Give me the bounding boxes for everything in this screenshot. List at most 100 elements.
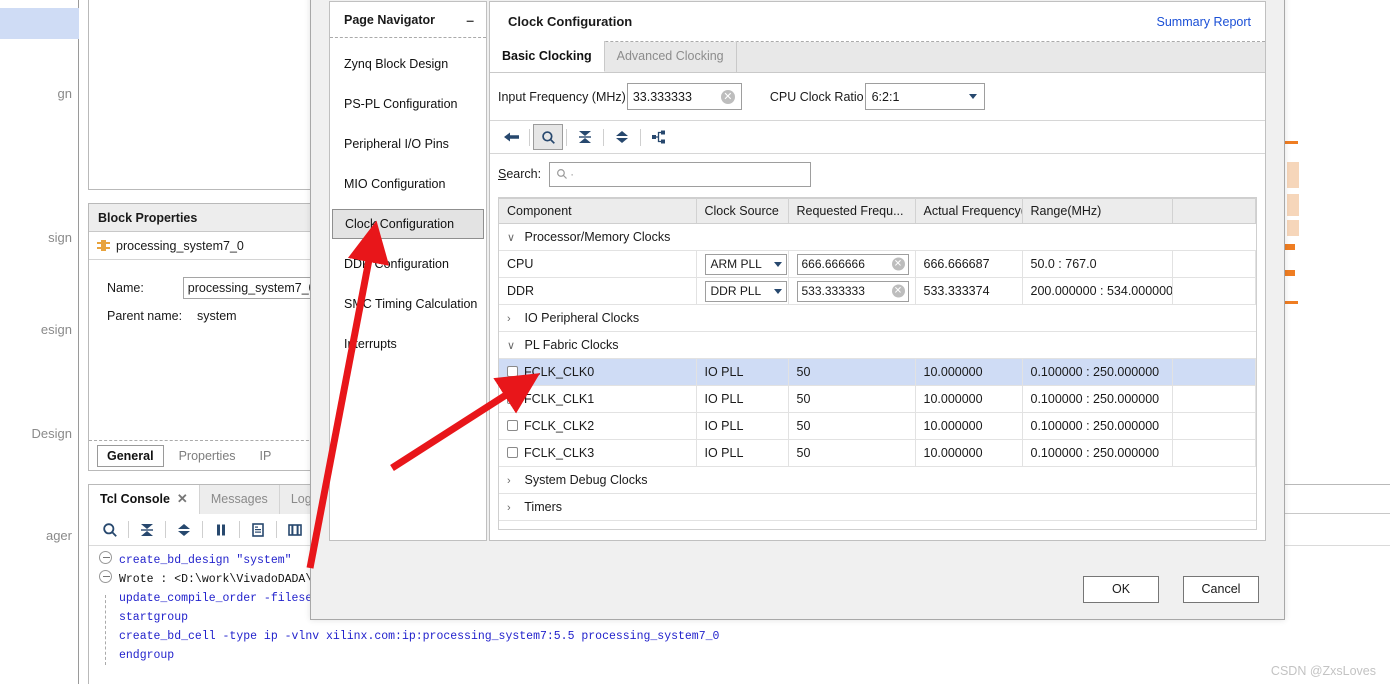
- cpu-clock-ratio-select[interactable]: 6:2:1: [864, 83, 985, 110]
- table-row[interactable]: FCLK_CLK2 IO PLL 50 10.000000 0.100000 :…: [499, 412, 1256, 440]
- table-row[interactable]: FCLK_CLK0 IO PLL 50 10.000000 0.100000 :…: [499, 358, 1256, 386]
- chevron-right-icon[interactable]: ›: [507, 475, 521, 487]
- cell-requested-frequency[interactable]: 666.666666 ✕: [788, 250, 916, 278]
- page-title: Clock Configuration: [508, 14, 633, 29]
- cancel-button[interactable]: Cancel: [1183, 575, 1259, 603]
- table-group-row[interactable]: › System Debug Clocks: [499, 466, 1256, 494]
- group-label: Timers: [524, 500, 562, 514]
- flow-nav-item-1[interactable]: sign: [48, 230, 72, 245]
- flow-nav-item-0[interactable]: gn: [58, 86, 72, 101]
- page-nav-item-zynq-block-design[interactable]: Zynq Block Design: [332, 44, 484, 84]
- column-header-clock-source[interactable]: Clock Source: [696, 198, 789, 224]
- ok-button[interactable]: OK: [1083, 575, 1159, 603]
- group-cell[interactable]: › IO Peripheral Clocks: [499, 304, 1256, 332]
- name-field[interactable]: processing_system7_0: [182, 277, 319, 299]
- page-nav-item-ddr-configuration[interactable]: DDR Configuration: [332, 244, 484, 284]
- search-icon[interactable]: [95, 517, 125, 543]
- clock-source-select[interactable]: DDR PLL: [704, 280, 787, 302]
- page-nav-item-interrupts[interactable]: Interrupts: [332, 324, 484, 364]
- table-row[interactable]: CPU ARM PLL 666.666666 ✕ 666.666687 50.0…: [499, 250, 1256, 278]
- clear-icon[interactable]: ✕: [720, 89, 735, 104]
- column-header-actual-frequency[interactable]: Actual Frequency(...: [915, 198, 1023, 224]
- toolbar-separator: [128, 521, 129, 538]
- cell-filler: [1172, 277, 1256, 305]
- requested-frequency-field[interactable]: 533.333333 ✕: [796, 280, 909, 302]
- table-group-row[interactable]: ∨ Processor/Memory Clocks: [499, 223, 1256, 251]
- block-properties-ip-row[interactable]: processing_system7_0: [89, 232, 319, 260]
- pause-icon[interactable]: [206, 517, 236, 543]
- collapse-all-icon[interactable]: [570, 124, 600, 150]
- page-navigator-panel: Page Navigator – Zynq Block Design PS-PL…: [329, 1, 487, 541]
- expand-all-icon[interactable]: [607, 124, 637, 150]
- tab-advanced-clocking[interactable]: Advanced Clocking: [605, 41, 737, 72]
- tab-ip[interactable]: IP: [251, 446, 281, 466]
- tab-messages[interactable]: Messages: [199, 484, 280, 514]
- name-label: Name:: [107, 281, 144, 295]
- group-cell[interactable]: ∨ PL Fabric Clocks: [499, 331, 1256, 359]
- expand-all-icon[interactable]: [169, 517, 199, 543]
- cell-clock-source[interactable]: ARM PLL: [696, 250, 789, 278]
- flow-nav-item-2[interactable]: esign: [41, 322, 72, 337]
- search-input[interactable]: ·: [549, 161, 812, 187]
- fold-toggle-icon[interactable]: [99, 551, 112, 564]
- clock-source-select[interactable]: ARM PLL: [704, 253, 787, 275]
- group-cell[interactable]: › System Debug Clocks: [499, 466, 1256, 494]
- close-icon[interactable]: ✕: [177, 491, 188, 507]
- row-checkbox[interactable]: [507, 393, 518, 404]
- clock-table[interactable]: Component Clock Source Requested Frequ..…: [498, 197, 1257, 530]
- table-row[interactable]: FCLK_CLK3 IO PLL 50 10.000000 0.100000 :…: [499, 439, 1256, 467]
- row-checkbox[interactable]: [507, 420, 518, 431]
- search-icon[interactable]: [533, 124, 563, 150]
- clear-icon[interactable]: ✕: [891, 257, 905, 271]
- chevron-down-icon[interactable]: ∨: [507, 339, 521, 352]
- row-checkbox[interactable]: [507, 366, 518, 377]
- cell-clock-source[interactable]: DDR PLL: [696, 277, 789, 305]
- page-navigator-title: Page Navigator: [344, 12, 436, 27]
- tab-basic-clocking[interactable]: Basic Clocking: [490, 41, 605, 72]
- back-arrow-icon[interactable]: [496, 124, 526, 150]
- page-nav-item-ps-pl-configuration[interactable]: PS-PL Configuration: [332, 84, 484, 124]
- column-header-requested-frequency[interactable]: Requested Frequ...: [788, 198, 916, 224]
- page-nav-item-mio-configuration[interactable]: MIO Configuration: [332, 164, 484, 204]
- page-nav-item-clock-configuration[interactable]: Clock Configuration: [332, 209, 484, 239]
- chevron-right-icon[interactable]: ›: [507, 502, 521, 514]
- copy-icon[interactable]: [243, 517, 273, 543]
- table-group-row[interactable]: › Timers: [499, 493, 1256, 521]
- input-frequency-field[interactable]: 33.333333 ✕: [626, 83, 742, 110]
- cell-component[interactable]: FCLK_CLK0: [499, 358, 697, 386]
- toolbar-separator: [276, 521, 277, 538]
- flow-nav-item-4[interactable]: ager: [46, 528, 72, 543]
- requested-frequency-field[interactable]: 666.666666 ✕: [796, 253, 909, 275]
- group-cell[interactable]: › Timers: [499, 493, 1256, 521]
- table-icon[interactable]: [280, 517, 310, 543]
- tab-properties[interactable]: Properties: [170, 446, 245, 466]
- fold-toggle-icon[interactable]: [99, 570, 112, 583]
- table-row[interactable]: DDR DDR PLL 533.333333 ✕ 533.333374 200.…: [499, 277, 1256, 305]
- flow-nav-item-3[interactable]: Design: [32, 426, 72, 441]
- table-group-row[interactable]: ∨ PL Fabric Clocks: [499, 331, 1256, 359]
- tab-general[interactable]: General: [97, 444, 164, 467]
- chevron-right-icon[interactable]: ›: [507, 313, 521, 325]
- column-header-component[interactable]: Component: [499, 198, 697, 224]
- table-row[interactable]: FCLK_CLK1 IO PLL 50 10.000000 0.100000 :…: [499, 385, 1256, 413]
- tab-tcl-console[interactable]: Tcl Console ✕: [89, 484, 200, 514]
- group-cell[interactable]: ∨ Processor/Memory Clocks: [499, 223, 1256, 251]
- clear-icon[interactable]: ✕: [891, 284, 905, 298]
- cell-component[interactable]: FCLK_CLK2: [499, 412, 697, 440]
- hierarchy-icon[interactable]: [644, 124, 674, 150]
- flow-navigator[interactable]: gn sign esign Design ager: [0, 0, 79, 684]
- column-header-range[interactable]: Range(MHz): [1022, 198, 1173, 224]
- frequency-bar: Input Frequency (MHz) 33.333333 ✕ CPU Cl…: [490, 73, 1265, 121]
- cell-component[interactable]: FCLK_CLK3: [499, 439, 697, 467]
- table-group-row[interactable]: › IO Peripheral Clocks: [499, 304, 1256, 332]
- summary-report-link[interactable]: Summary Report: [1157, 15, 1251, 29]
- cell-requested-frequency[interactable]: 533.333333 ✕: [788, 277, 916, 305]
- page-nav-item-smc-timing-calculation[interactable]: SMC Timing Calculation: [332, 284, 484, 324]
- cell-component[interactable]: FCLK_CLK1: [499, 385, 697, 413]
- flow-navigator-selected-row[interactable]: [0, 8, 79, 39]
- minimize-icon[interactable]: –: [466, 13, 474, 27]
- row-checkbox[interactable]: [507, 447, 518, 458]
- chevron-down-icon[interactable]: ∨: [507, 231, 521, 244]
- collapse-all-icon[interactable]: [132, 517, 162, 543]
- page-nav-item-peripheral-io-pins[interactable]: Peripheral I/O Pins: [332, 124, 484, 164]
